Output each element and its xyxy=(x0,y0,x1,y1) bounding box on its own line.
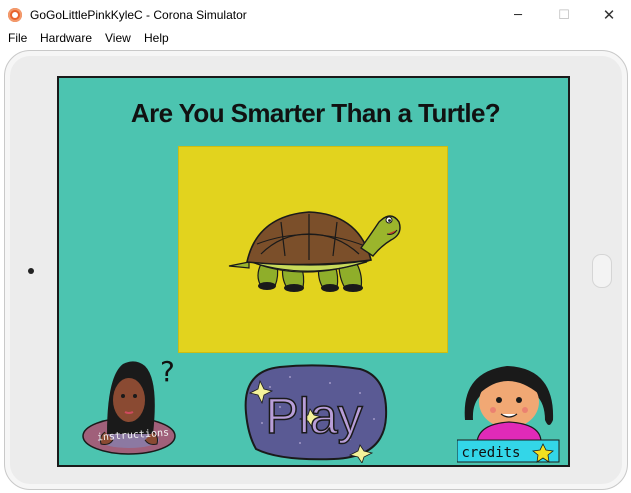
menu-bar: File Hardware View Help xyxy=(0,31,631,49)
instructions-question-mark: ? xyxy=(160,355,175,388)
window-title: GoGoLittlePinkKyleC - Corona Simulator xyxy=(30,8,247,22)
close-button[interactable]: ✕ xyxy=(586,0,631,31)
minimize-button[interactable]: ─ xyxy=(495,0,541,31)
play-label: Play xyxy=(265,388,362,444)
play-button[interactable]: Play xyxy=(240,363,390,463)
corona-logo-icon xyxy=(8,8,22,22)
game-screen: Are You Smarter Than a Turtle? ? instruc… xyxy=(57,76,570,467)
menu-help[interactable]: Help xyxy=(144,31,169,45)
menu-file[interactable]: File xyxy=(8,31,27,45)
menu-view[interactable]: View xyxy=(105,31,131,45)
credits-button[interactable]: credits xyxy=(457,360,567,464)
device-home-button[interactable] xyxy=(592,254,612,288)
menu-hardware[interactable]: Hardware xyxy=(40,31,92,45)
game-title: Are You Smarter Than a Turtle? xyxy=(130,98,501,128)
credits-label: credits xyxy=(461,445,520,461)
maximize-button[interactable]: ☐ xyxy=(541,0,587,31)
turtle-illustration xyxy=(228,211,401,292)
device-side-button[interactable] xyxy=(28,268,34,274)
title-bar: GoGoLittlePinkKyleC - Corona Simulator ─… xyxy=(0,0,631,31)
